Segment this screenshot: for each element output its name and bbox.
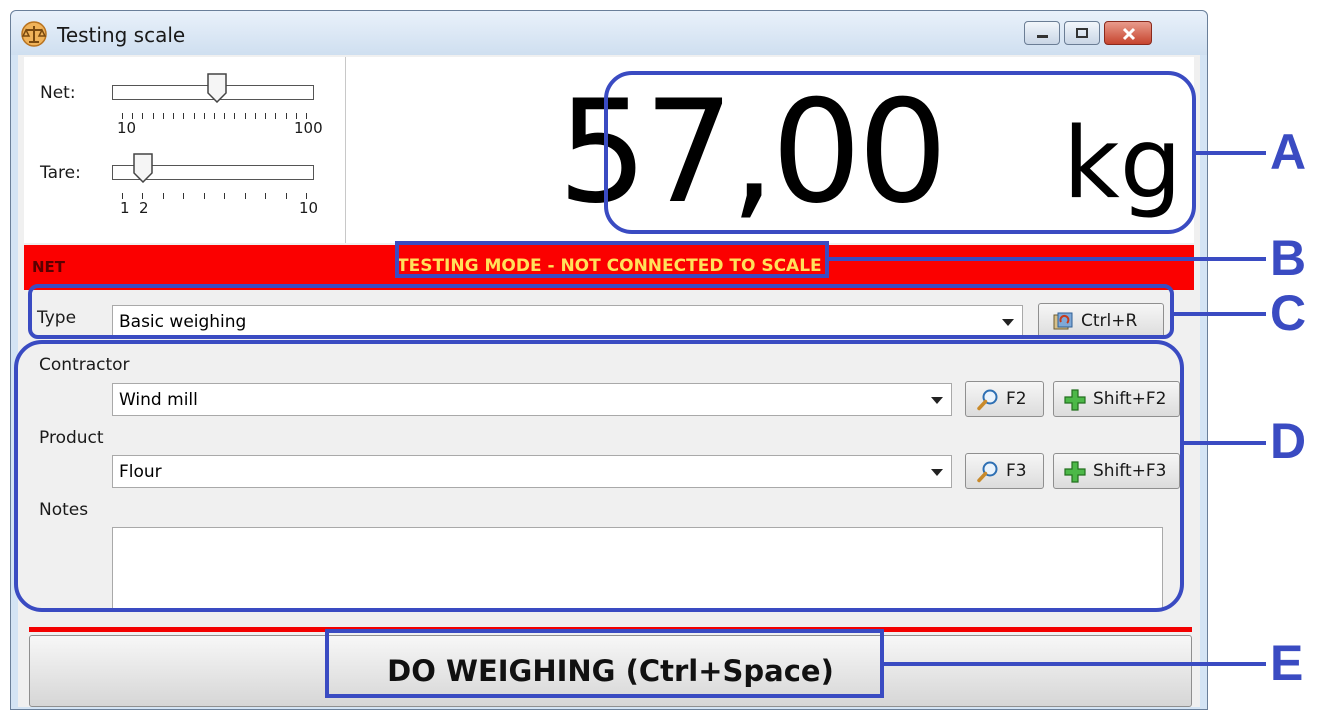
slider-tick bbox=[203, 113, 205, 119]
annotation-box-d bbox=[14, 340, 1184, 612]
slider-tick bbox=[224, 113, 226, 119]
slider-tick bbox=[162, 113, 164, 119]
slider-tick bbox=[214, 113, 215, 119]
slider-panel: Net: 10 100 Tare: 1 2 10 bbox=[24, 57, 346, 243]
slider-tick bbox=[285, 193, 287, 199]
minimize-button[interactable] bbox=[1024, 21, 1060, 45]
title-bar[interactable]: Testing scale bbox=[11, 11, 1207, 55]
annotation-box-b bbox=[395, 241, 829, 278]
maximize-icon bbox=[1076, 28, 1088, 38]
slider-tick bbox=[234, 113, 236, 119]
tare-label: Tare: bbox=[40, 163, 81, 183]
slider-tick bbox=[142, 113, 144, 119]
slider-tick bbox=[224, 193, 226, 199]
tare-slider-thumb[interactable] bbox=[133, 153, 153, 183]
slider-tick bbox=[183, 193, 185, 199]
annotation-letter-a: A bbox=[1270, 124, 1307, 180]
net-min-label: 10 bbox=[117, 119, 137, 137]
window-title: Testing scale bbox=[57, 23, 186, 47]
annotation-box-c bbox=[28, 284, 1174, 339]
slider-tick bbox=[275, 113, 277, 119]
annotation-letter-e: E bbox=[1270, 635, 1304, 691]
annotation-line-e bbox=[882, 662, 1266, 666]
tare-max-label: 10 bbox=[299, 199, 319, 217]
net-label: Net: bbox=[40, 83, 76, 103]
slider-tick bbox=[152, 113, 154, 119]
slider-tick bbox=[203, 193, 205, 199]
tare-min-label-1: 1 bbox=[120, 199, 130, 217]
annotation-line-d bbox=[1182, 441, 1266, 445]
close-icon bbox=[1122, 27, 1136, 41]
annotation-box-a bbox=[604, 71, 1196, 234]
slider-tick bbox=[162, 193, 164, 199]
slider-tick bbox=[173, 113, 175, 119]
slider-tick bbox=[183, 113, 185, 119]
maximize-button[interactable] bbox=[1064, 21, 1100, 45]
close-button[interactable] bbox=[1104, 21, 1152, 45]
slider-tick bbox=[244, 193, 246, 199]
annotation-letter-d: D bbox=[1270, 413, 1307, 469]
minimize-icon bbox=[1037, 35, 1048, 38]
slider-tick bbox=[265, 113, 267, 119]
annotation-line-a bbox=[1194, 151, 1266, 155]
slider-tick bbox=[193, 113, 195, 119]
net-max-label: 100 bbox=[294, 119, 323, 137]
slider-tick bbox=[265, 193, 267, 199]
annotation-box-e bbox=[325, 629, 884, 698]
scale-icon bbox=[21, 21, 47, 47]
annotation-letter-b: B bbox=[1270, 230, 1307, 286]
slider-tick bbox=[254, 113, 256, 119]
tare-min-label-2: 2 bbox=[139, 199, 149, 217]
annotation-line-c bbox=[1172, 312, 1266, 316]
net-slider-thumb[interactable] bbox=[207, 73, 227, 103]
annotation-line-b bbox=[827, 257, 1266, 261]
slider-tick bbox=[244, 113, 246, 119]
annotation-letter-c: C bbox=[1270, 285, 1307, 341]
status-mode: NET bbox=[32, 258, 66, 276]
slider-tick bbox=[285, 113, 287, 119]
